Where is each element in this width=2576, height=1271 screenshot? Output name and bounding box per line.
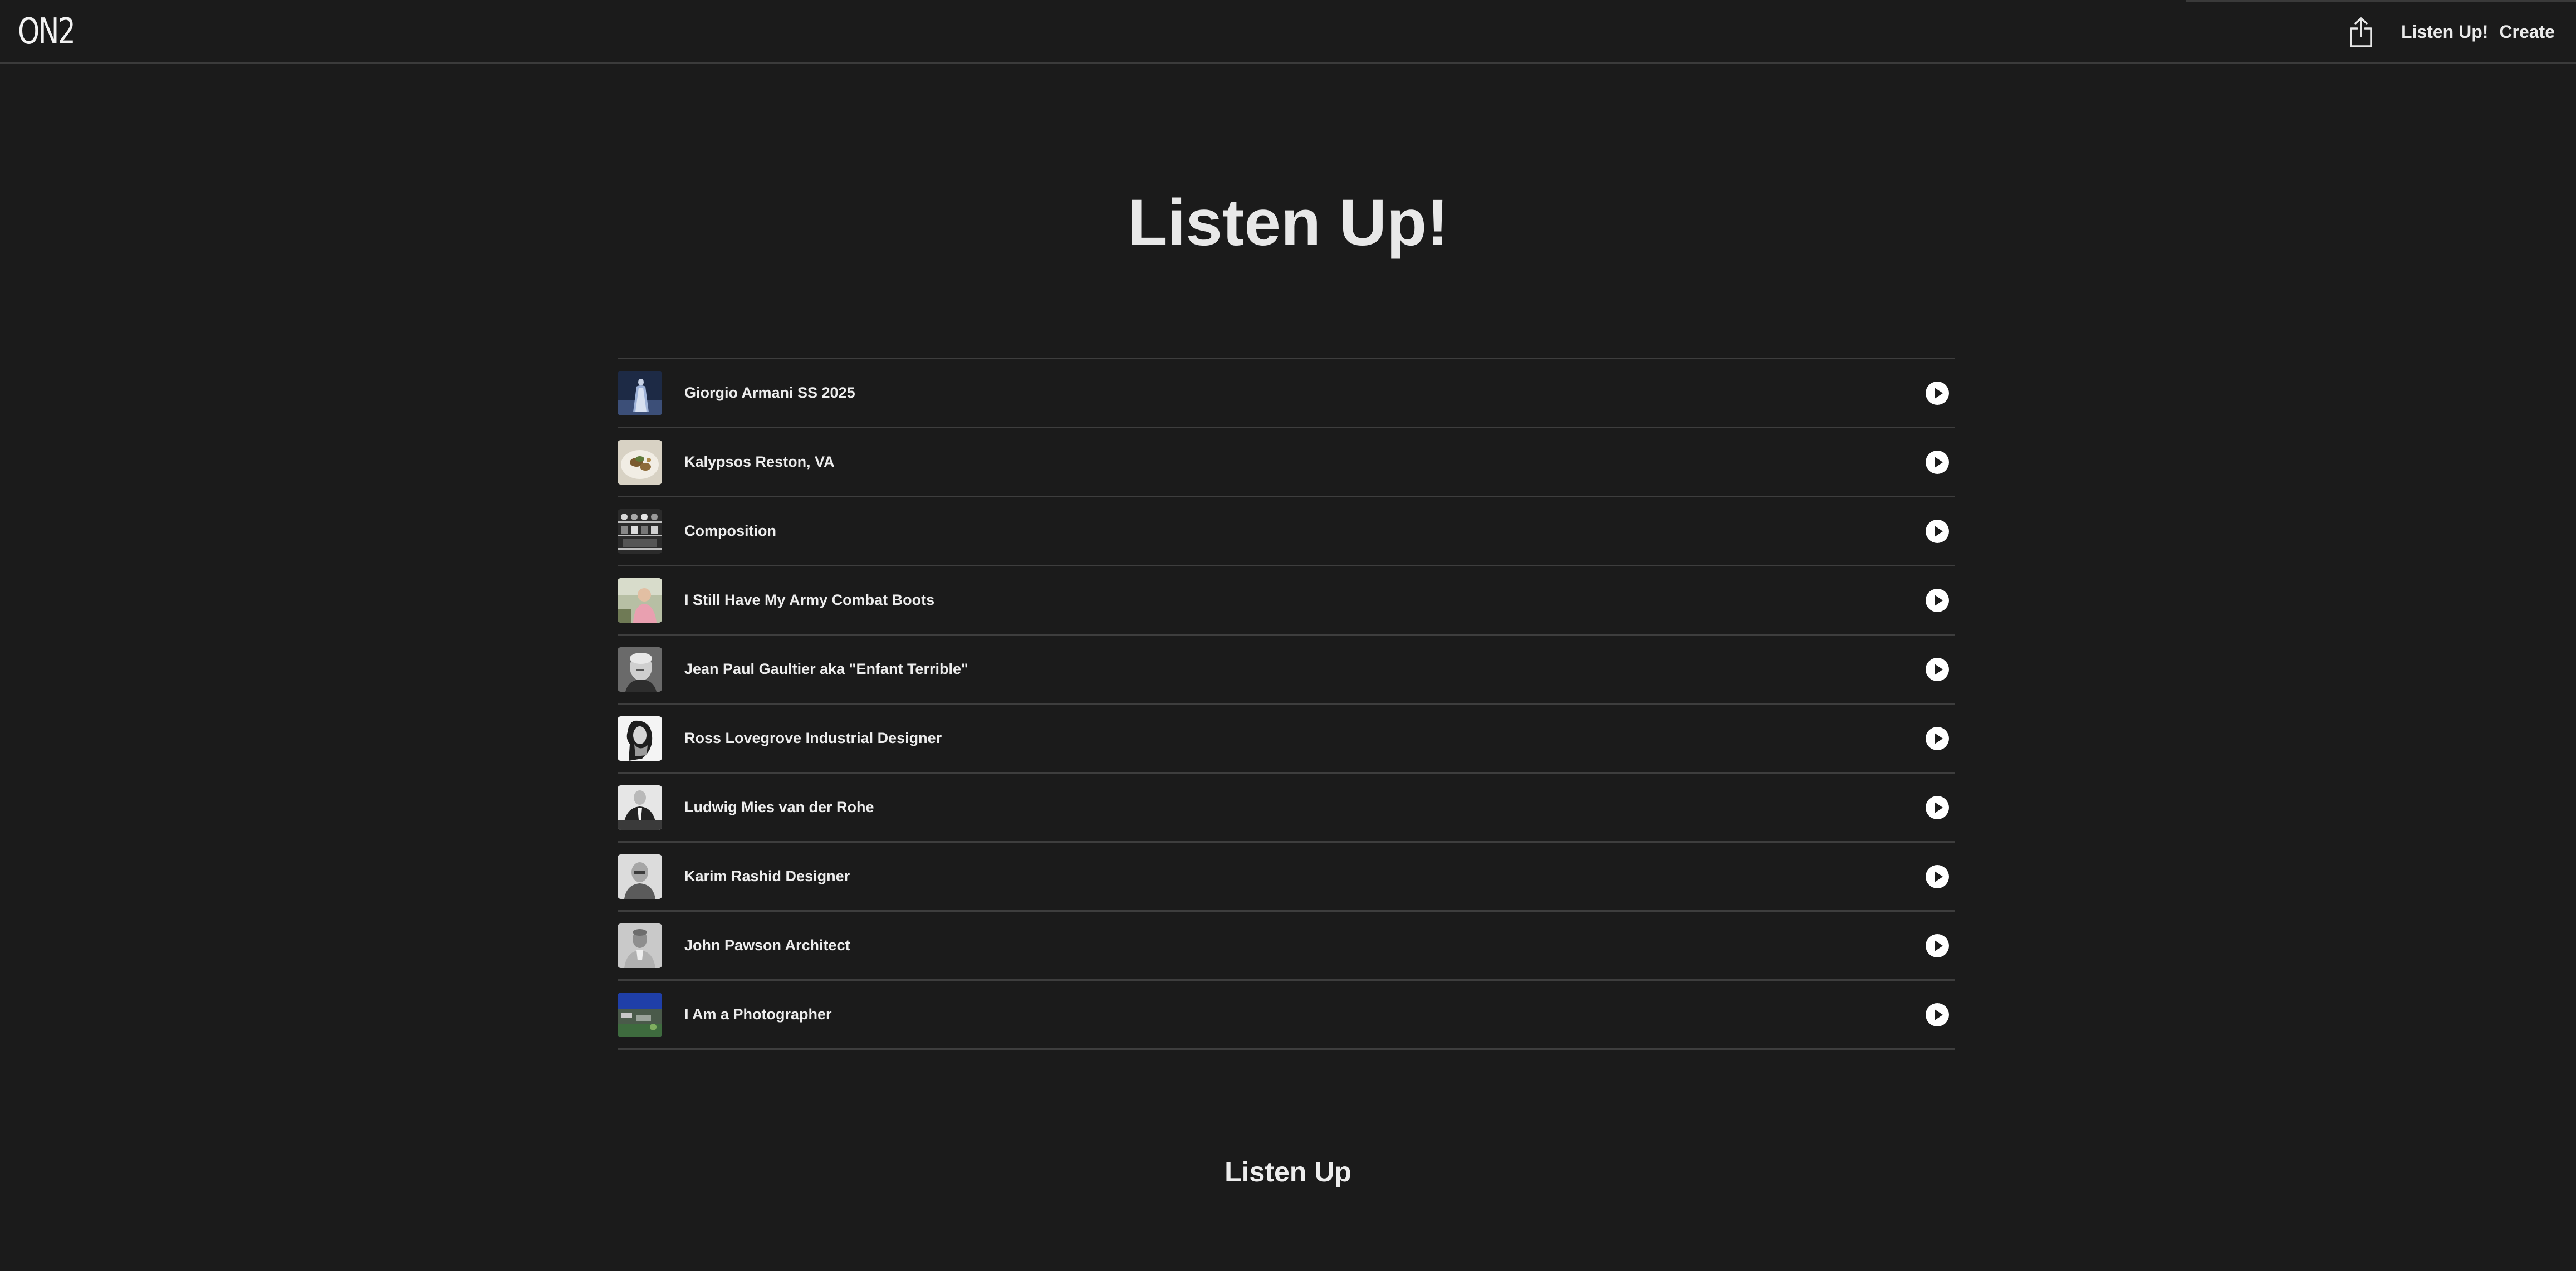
track-thumbnail	[618, 992, 662, 1037]
page-title: Listen Up!	[1127, 186, 1449, 260]
footer-title: Listen Up	[1225, 1156, 1351, 1187]
track-row[interactable]: Giorgio Armani SS 2025	[618, 359, 1955, 428]
share-button[interactable]	[2344, 13, 2378, 52]
track-title: Ross Lovegrove Industrial Designer	[684, 730, 942, 746]
logo[interactable]: ON2	[18, 12, 76, 51]
track-thumbnail	[618, 647, 662, 692]
track-title: John Pawson Architect	[684, 937, 850, 954]
play-icon[interactable]	[1925, 795, 1950, 820]
play-icon[interactable]	[1925, 450, 1950, 475]
track-list: Giorgio Armani SS 2025 Kalypsos Reston, …	[618, 358, 1955, 1050]
play-icon[interactable]	[1925, 381, 1950, 405]
nav-create[interactable]: Create	[2499, 22, 2555, 42]
track-thumbnail	[618, 716, 662, 761]
play-icon[interactable]	[1925, 726, 1950, 751]
track-row[interactable]: Kalypsos Reston, VA	[618, 428, 1955, 497]
play-icon[interactable]	[1925, 864, 1950, 889]
header-actions: Listen Up! Create	[2344, 0, 2555, 64]
share-icon	[2350, 17, 2372, 47]
track-title: Jean Paul Gaultier aka "Enfant Terrible"	[684, 661, 968, 677]
play-icon[interactable]	[1925, 1003, 1950, 1027]
play-icon[interactable]	[1925, 657, 1950, 682]
track-row[interactable]: Karim Rashid Designer	[618, 843, 1955, 912]
track-thumbnail	[618, 578, 662, 623]
track-row[interactable]: Ludwig Mies van der Rohe	[618, 774, 1955, 843]
track-row[interactable]: John Pawson Architect	[618, 912, 1955, 981]
top-bar: ON2 Listen Up! Create	[0, 0, 2576, 64]
play-icon[interactable]	[1925, 588, 1950, 613]
track-row[interactable]: Jean Paul Gaultier aka "Enfant Terrible"	[618, 636, 1955, 705]
track-row[interactable]: I Am a Photographer	[618, 981, 1955, 1050]
track-thumbnail	[618, 370, 662, 415]
track-title: I Am a Photographer	[684, 1006, 832, 1023]
track-title: Kalypsos Reston, VA	[684, 453, 835, 470]
track-title: Karim Rashid Designer	[684, 868, 850, 884]
track-thumbnail	[618, 785, 662, 830]
track-title: Giorgio Armani SS 2025	[684, 384, 855, 401]
nav-listen-up[interactable]: Listen Up!	[2401, 22, 2488, 42]
track-thumbnail	[618, 509, 662, 554]
track-thumbnail	[618, 923, 662, 968]
track-thumbnail	[618, 439, 662, 485]
play-icon[interactable]	[1925, 519, 1950, 544]
track-title: Ludwig Mies van der Rohe	[684, 799, 874, 815]
track-row[interactable]: I Still Have My Army Combat Boots	[618, 566, 1955, 636]
track-title: I Still Have My Army Combat Boots	[684, 591, 935, 608]
play-icon[interactable]	[1925, 933, 1950, 958]
track-row[interactable]: Ross Lovegrove Industrial Designer	[618, 705, 1955, 774]
track-title: Composition	[684, 522, 776, 539]
track-row[interactable]: Composition	[618, 497, 1955, 566]
track-thumbnail	[618, 854, 662, 899]
